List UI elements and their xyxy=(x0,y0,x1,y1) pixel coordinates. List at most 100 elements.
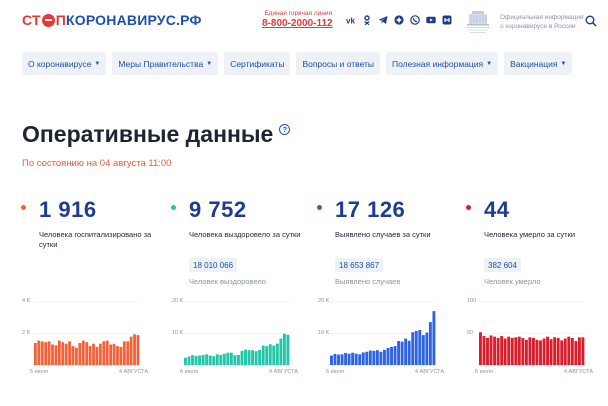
chart-bar[interactable] xyxy=(532,337,535,365)
chart-bar[interactable] xyxy=(390,347,393,365)
chart-bar[interactable] xyxy=(261,345,265,365)
chart-bar[interactable] xyxy=(581,337,585,365)
chart-bar[interactable] xyxy=(201,354,205,365)
chart-bar[interactable] xyxy=(237,354,240,365)
chart-bar[interactable] xyxy=(365,351,369,365)
chart-bar[interactable] xyxy=(574,341,578,365)
chart-bar[interactable] xyxy=(577,337,581,365)
chart-bar[interactable] xyxy=(61,342,65,365)
chart-bar[interactable] xyxy=(333,353,337,365)
chart-bar[interactable] xyxy=(414,330,418,365)
chart-bar[interactable] xyxy=(549,339,553,365)
chart-bar[interactable] xyxy=(54,345,58,365)
chart-bar[interactable] xyxy=(358,354,362,365)
telegram-icon[interactable] xyxy=(378,15,388,25)
chart-bar[interactable] xyxy=(546,336,550,365)
chart-bar[interactable] xyxy=(279,338,283,365)
chart-bar[interactable] xyxy=(535,339,539,365)
nav-item-about-coronavirus[interactable]: О коронавирусе ▼ xyxy=(22,52,107,75)
chart-bar[interactable] xyxy=(521,337,525,365)
chart-bar[interactable] xyxy=(205,354,209,365)
chart-bar[interactable] xyxy=(233,355,237,365)
chart-bar[interactable] xyxy=(421,335,425,365)
chart-bar[interactable] xyxy=(136,335,140,365)
chart-bar[interactable] xyxy=(244,349,247,365)
chart-bar[interactable] xyxy=(400,341,404,365)
chart-bar[interactable] xyxy=(219,354,223,365)
chart-bar[interactable] xyxy=(268,344,272,365)
chart-bar[interactable] xyxy=(265,346,269,365)
chart-deaths[interactable]: 100 50 6 июля 4 АВГУСТА xyxy=(467,296,597,376)
chart-bar[interactable] xyxy=(354,353,358,365)
chart-bar[interactable] xyxy=(340,354,344,365)
chart-bar[interactable] xyxy=(282,333,286,365)
chart-bar[interactable] xyxy=(510,337,514,365)
chart-bar[interactable] xyxy=(542,338,546,365)
chart-bar[interactable] xyxy=(64,343,68,365)
chart-bar[interactable] xyxy=(489,335,493,365)
chart-bar[interactable] xyxy=(368,350,372,365)
nav-item-faq[interactable]: Вопросы и ответы xyxy=(296,52,381,75)
chart-bar[interactable] xyxy=(524,339,528,365)
chart-bar[interactable] xyxy=(375,350,379,365)
chart-bar[interactable] xyxy=(514,337,518,365)
search-icon[interactable] xyxy=(585,15,597,27)
chart-bar[interactable] xyxy=(337,354,340,365)
chart-bar[interactable] xyxy=(330,355,333,365)
chart-bar[interactable] xyxy=(361,352,365,365)
chart-bar[interactable] xyxy=(98,343,102,365)
chart-bar[interactable] xyxy=(247,350,251,365)
chart-bar[interactable] xyxy=(496,337,500,365)
chart-bar[interactable] xyxy=(432,311,436,365)
chart-bar[interactable] xyxy=(560,340,564,365)
chart-detected[interactable]: 20 K 10 K 6 июля 4 АВГУСТА xyxy=(318,296,448,376)
chart-bar[interactable] xyxy=(71,346,75,365)
chart-bar[interactable] xyxy=(37,340,41,365)
chart-bar[interactable] xyxy=(229,352,233,365)
chat-icon[interactable] xyxy=(442,15,452,25)
chart-bar[interactable] xyxy=(393,346,397,365)
chart-bar[interactable] xyxy=(47,341,51,365)
help-icon[interactable]: ? xyxy=(279,124,291,135)
chart-bar[interactable] xyxy=(81,340,85,365)
chart-bar[interactable] xyxy=(493,336,497,365)
chart-bar[interactable] xyxy=(194,355,198,365)
chart-bar[interactable] xyxy=(418,330,422,365)
chart-bar[interactable] xyxy=(92,343,95,365)
chart-bar[interactable] xyxy=(112,343,116,365)
chart-bar[interactable] xyxy=(187,356,191,365)
chart-recovered[interactable]: 20 K 10 K 6 июля 4 АВГУСТА xyxy=(172,296,302,376)
viber-icon[interactable] xyxy=(410,15,420,25)
chart-bar[interactable] xyxy=(567,336,571,365)
chart-bar[interactable] xyxy=(208,355,212,365)
chart-bar[interactable] xyxy=(133,334,136,365)
chart-bar[interactable] xyxy=(482,336,486,365)
chart-bar[interactable] xyxy=(500,336,504,365)
chart-bar[interactable] xyxy=(351,352,355,365)
chart-bar[interactable] xyxy=(119,346,123,365)
chart-bar[interactable] xyxy=(222,353,226,365)
chart-bar[interactable] xyxy=(34,342,37,365)
chart-bar[interactable] xyxy=(95,346,99,365)
chart-bar[interactable] xyxy=(126,341,130,365)
chart-bar[interactable] xyxy=(251,350,255,365)
chart-bar[interactable] xyxy=(425,332,429,365)
chart-bar[interactable] xyxy=(507,336,511,365)
chart-bar[interactable] xyxy=(486,337,489,365)
chart-bar[interactable] xyxy=(570,337,574,365)
chart-bar[interactable] xyxy=(503,338,507,365)
chart-bar[interactable] xyxy=(44,342,48,365)
chart-bar[interactable] xyxy=(88,346,92,365)
nav-item-useful-info[interactable]: Полезная информация ▼ xyxy=(386,52,499,75)
chart-bar[interactable] xyxy=(57,340,61,365)
nav-item-vaccination[interactable]: Вакцинация ▼ xyxy=(504,52,573,75)
chart-bar[interactable] xyxy=(226,352,230,365)
chart-bar[interactable] xyxy=(240,350,244,365)
youtube-icon[interactable] xyxy=(426,15,436,25)
chart-bar[interactable] xyxy=(75,347,78,365)
chart-bar[interactable] xyxy=(275,343,279,365)
chart-bar[interactable] xyxy=(258,349,262,365)
chart-bar[interactable] xyxy=(379,351,383,365)
chart-bar[interactable] xyxy=(68,341,71,365)
chart-bar[interactable] xyxy=(383,349,386,365)
